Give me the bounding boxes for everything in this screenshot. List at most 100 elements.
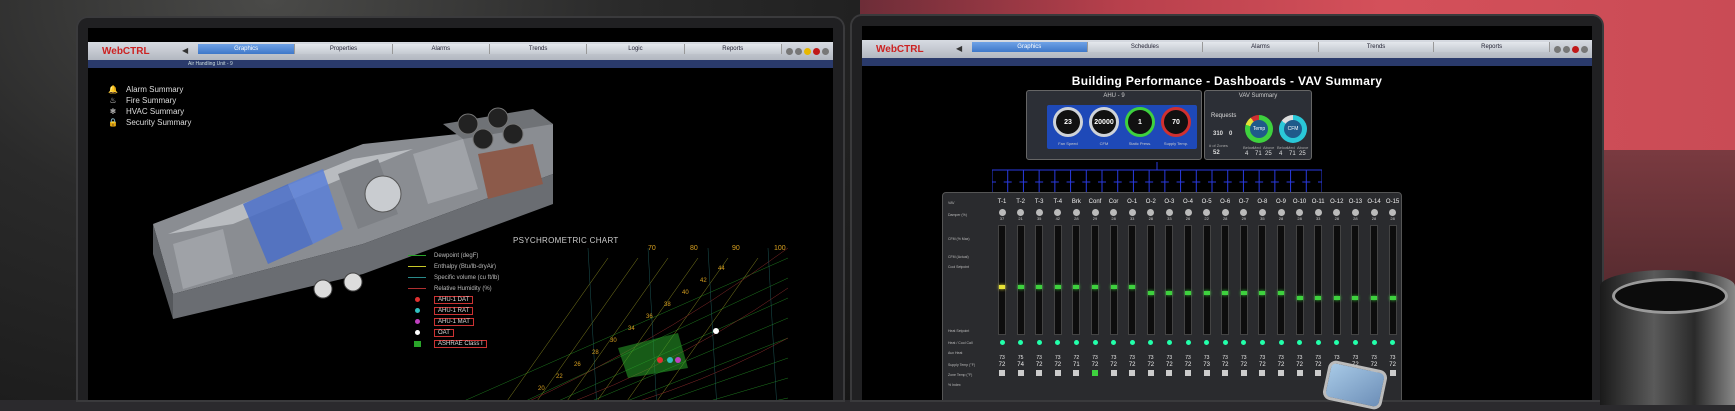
cfm-slider[interactable] <box>1016 225 1025 335</box>
cfm-slider[interactable] <box>1314 225 1323 335</box>
damper-knob[interactable] <box>1296 209 1304 216</box>
enthalpy-tick-label: 44 <box>718 266 725 272</box>
vav-column[interactable]: O-10 28 73 72 <box>1293 199 1307 400</box>
cfm-slider[interactable] <box>1165 225 1174 335</box>
cfm-slider[interactable] <box>1035 225 1044 335</box>
damper-knob[interactable] <box>1333 209 1341 216</box>
supply-temp-value: 73 <box>1092 355 1098 361</box>
damper-knob[interactable] <box>1258 209 1266 216</box>
right-tab-3[interactable]: Trends <box>1318 42 1435 52</box>
damper-knob[interactable] <box>1240 209 1248 216</box>
vav-column[interactable]: Brk 28 72 71 <box>1069 199 1083 400</box>
damper-knob[interactable] <box>1072 209 1080 216</box>
left-tab-0[interactable]: Graphics <box>198 44 296 54</box>
alarm-icon[interactable] <box>1572 45 1579 53</box>
help-icon[interactable] <box>822 47 829 55</box>
home-icon[interactable] <box>786 47 793 55</box>
right-tab-1[interactable]: Schedules <box>1087 42 1204 52</box>
damper-value: 26 <box>1185 216 1191 221</box>
vav-column[interactable]: O-4 26 73 72 <box>1181 199 1195 400</box>
right-tab-2[interactable]: Alarms <box>1203 42 1319 52</box>
vav-column[interactable]: O-7 29 73 72 <box>1237 199 1251 400</box>
supply-temp-value: 73 <box>1259 355 1266 361</box>
vav-name: T-3 <box>1034 199 1044 205</box>
damper-knob[interactable] <box>1165 209 1173 216</box>
cfm-slider[interactable] <box>1146 225 1155 335</box>
cfm-slider[interactable] <box>1202 225 1211 335</box>
left-tab-5[interactable]: Reports <box>684 44 782 54</box>
vav-column[interactable]: Cor 28 73 72 <box>1107 199 1121 400</box>
left-tab-3[interactable]: Trends <box>489 44 588 54</box>
index-indicator <box>1240 370 1247 376</box>
vav-column[interactable]: O-8 35 73 72 <box>1255 199 1269 400</box>
vav-column[interactable]: O-11 33 73 72 <box>1311 199 1325 400</box>
damper-knob[interactable] <box>1314 209 1322 216</box>
refresh-icon[interactable] <box>1563 45 1570 53</box>
vav-column[interactable]: T-1 37 73 72 <box>995 199 1009 400</box>
refresh-icon[interactable] <box>795 47 802 55</box>
vav-column[interactable]: T-4 42 73 72 <box>1051 199 1065 400</box>
legend-label: Specific volume (cu ft/lb) <box>434 274 500 281</box>
left-tab-2[interactable]: Alarms <box>392 44 490 54</box>
damper-knob[interactable] <box>1035 209 1043 216</box>
cfm-slider[interactable] <box>1184 225 1192 335</box>
vav-column[interactable]: O-3 33 73 72 <box>1162 199 1176 400</box>
zone-temp-value: 72 <box>1221 362 1229 368</box>
vav-name: O-3 <box>1164 199 1175 205</box>
damper-knob[interactable] <box>998 209 1006 216</box>
vav-column[interactable]: O-5 22 73 73 <box>1200 199 1214 400</box>
cfm-slider[interactable] <box>1295 225 1304 335</box>
vav-column[interactable]: T-2 21 75 74 <box>1014 199 1028 400</box>
help-icon[interactable] <box>1581 45 1588 53</box>
cfm-slider[interactable] <box>1072 225 1081 335</box>
cfm-slider[interactable] <box>1221 225 1230 335</box>
cfm-slider[interactable] <box>1239 225 1248 335</box>
home-icon[interactable] <box>1554 45 1561 53</box>
supply-temp-value: 73 <box>1296 355 1303 361</box>
damper-knob[interactable] <box>1017 209 1025 216</box>
alarm-icon[interactable] <box>813 47 820 55</box>
left-tab-4[interactable]: Logic <box>587 44 685 54</box>
vav-column[interactable]: O-15 28 73 72 <box>1386 199 1400 400</box>
ahu-panel[interactable]: AHU - 9 23 Fan Speed 20000 CFM 1 Static Press… <box>1026 90 1202 160</box>
damper-knob[interactable] <box>1054 209 1062 216</box>
warning-icon[interactable] <box>804 47 811 55</box>
damper-knob[interactable] <box>1389 209 1397 216</box>
damper-knob[interactable] <box>1351 209 1359 216</box>
cfm-slider[interactable] <box>1109 225 1118 335</box>
cfm-slider[interactable] <box>1332 225 1341 335</box>
cfm-slider[interactable] <box>998 225 1006 335</box>
vav-column[interactable]: O-9 28 73 72 <box>1274 199 1288 400</box>
right-tab-4[interactable]: Reports <box>1434 42 1550 52</box>
vav-column[interactable]: O-6 28 73 72 <box>1218 199 1232 400</box>
cfm-slider[interactable] <box>1388 225 1397 335</box>
damper-knob[interactable] <box>1370 209 1378 216</box>
cfm-slider[interactable] <box>1277 225 1285 335</box>
vav-column[interactable]: T-3 35 73 72 <box>1032 199 1046 400</box>
cfm-slider[interactable] <box>1370 225 1378 335</box>
cfm-slider[interactable] <box>1091 225 1099 335</box>
cfm-slider[interactable] <box>1053 225 1062 335</box>
damper-value: 28 <box>1148 216 1154 221</box>
right-tab-0[interactable]: Graphics <box>972 42 1088 52</box>
vav-panel-title: VAV Summary <box>1238 93 1278 99</box>
damper-knob[interactable] <box>1221 209 1229 216</box>
cfm-slider[interactable] <box>1258 225 1267 335</box>
damper-knob[interactable] <box>1184 209 1192 216</box>
vav-summary-panel[interactable]: VAV Summary Requests 310 0 # of Zones 52… <box>1204 90 1312 160</box>
cfm-slider[interactable] <box>1351 225 1360 335</box>
back-arrow-icon[interactable]: ◀ <box>182 46 194 56</box>
vav-column[interactable]: O-2 28 73 72 <box>1144 199 1158 400</box>
vav-column[interactable]: Conf 29 73 72 <box>1088 199 1102 400</box>
damper-knob[interactable] <box>1091 209 1099 216</box>
damper-knob[interactable] <box>1110 209 1118 216</box>
damper-knob[interactable] <box>1128 209 1136 216</box>
back-arrow-icon[interactable]: ◀ <box>956 44 968 54</box>
cfm-led <box>1389 296 1396 301</box>
damper-knob[interactable] <box>1277 209 1285 216</box>
vav-column[interactable]: O-1 33 73 72 <box>1125 199 1139 400</box>
left-tab-1[interactable]: Properties <box>295 44 393 54</box>
cfm-slider[interactable] <box>1128 225 1137 335</box>
damper-knob[interactable] <box>1147 209 1155 216</box>
damper-knob[interactable] <box>1203 209 1211 216</box>
